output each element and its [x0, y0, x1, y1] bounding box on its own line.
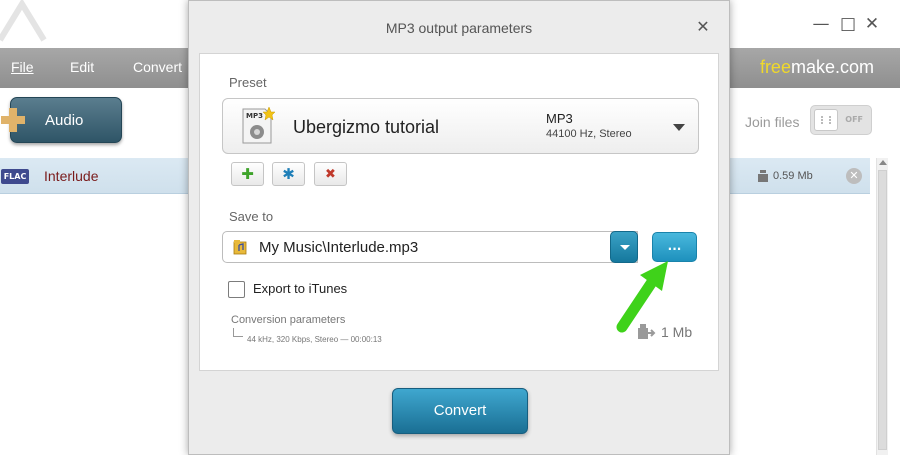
add-audio-label: Audio	[45, 111, 84, 129]
chevron-down-icon[interactable]	[673, 124, 685, 131]
music-folder-icon	[233, 240, 247, 255]
toggle-state-label: OFF	[845, 115, 863, 124]
delete-preset-button[interactable]: ✖	[314, 162, 347, 186]
preset-details: 44100 Hz, Stereo	[546, 128, 632, 140]
close-window-button[interactable]: ✕	[862, 14, 882, 34]
mp3-badge-text: MP3	[246, 112, 263, 120]
preset-dropdown[interactable]: MP3 Ubergizmo tutorial MP3 44100 Hz, Ste…	[222, 98, 699, 154]
green-arrow-icon	[616, 261, 668, 333]
dialog-close-icon[interactable]: ✕	[694, 18, 712, 36]
menu-convert[interactable]: Convert	[133, 59, 182, 75]
file-size: 0.59 Mb	[773, 170, 813, 182]
edit-preset-button[interactable]: ✱	[272, 162, 305, 186]
remove-file-icon[interactable]: ✕	[846, 168, 862, 184]
minimize-button[interactable]: —	[811, 14, 831, 34]
plus-icon	[1, 108, 25, 132]
save-to-label: Save to	[229, 209, 274, 224]
file-name: Interlude	[44, 168, 99, 184]
gear-icon: ✱	[282, 165, 295, 183]
conversion-parameters-label: Conversion parameters	[231, 314, 346, 326]
save-path-input[interactable]: My Music\Interlude.mp3	[222, 231, 638, 263]
flac-format-icon: FLAC	[1, 169, 29, 184]
menu-edit[interactable]: Edit	[70, 59, 94, 75]
freemake-logo-icon	[0, 0, 47, 42]
file-size-icon	[758, 170, 768, 182]
preset-name: Ubergizmo tutorial	[293, 117, 440, 137]
mp3-output-parameters-dialog: MP3 output parameters ✕ Preset MP3 Uberg…	[188, 0, 730, 455]
export-itunes-label[interactable]: Export to iTunes	[253, 281, 347, 296]
scroll-up-icon[interactable]	[879, 160, 887, 165]
preset-format: MP3	[546, 111, 573, 126]
add-preset-button[interactable]: ✚	[231, 162, 264, 186]
chevron-down-icon	[620, 245, 630, 250]
brand-suffix: make.com	[790, 57, 874, 77]
convert-button[interactable]: Convert	[392, 388, 528, 434]
preset-label: Preset	[229, 75, 267, 90]
brand-link[interactable]: freemake.com	[760, 57, 874, 78]
conversion-parameters-value: 44 kHz, 320 Kbps, Stereo — 00:00:13	[247, 335, 382, 344]
scroll-thumb[interactable]	[878, 170, 887, 450]
join-files-toggle[interactable]: OFF	[810, 105, 872, 135]
tree-connector	[233, 328, 243, 337]
menu-file[interactable]: File	[11, 59, 34, 75]
export-itunes-checkbox[interactable]	[228, 281, 245, 298]
maximize-button[interactable]: □	[838, 14, 858, 34]
file-list-scrollbar[interactable]	[876, 158, 888, 455]
join-files-label: Join files	[745, 114, 800, 130]
mp3-file-icon: MP3	[242, 107, 275, 144]
add-audio-button[interactable]: Audio	[1, 97, 122, 143]
dialog-title: MP3 output parameters	[385, 20, 533, 36]
plus-icon: ✚	[241, 165, 254, 183]
delete-icon: ✖	[325, 166, 336, 182]
save-path-value: My Music\Interlude.mp3	[259, 239, 419, 256]
toggle-knob	[814, 109, 838, 131]
brand-prefix: free	[759, 57, 791, 77]
